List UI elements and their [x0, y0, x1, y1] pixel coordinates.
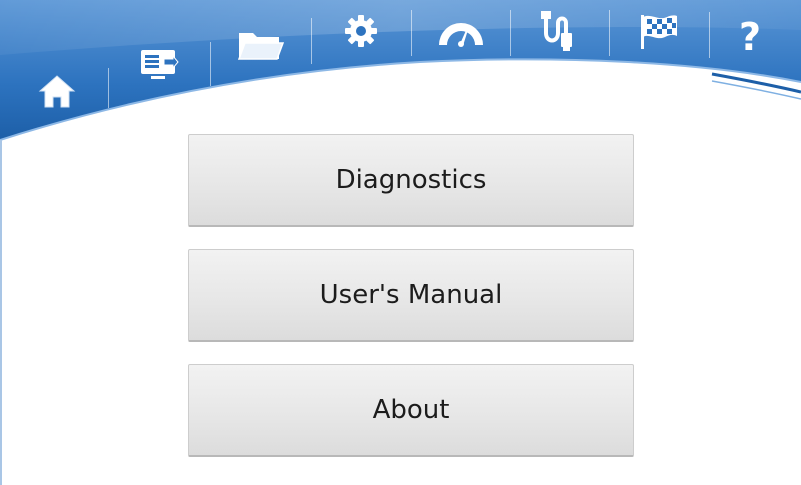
toolbar-divider	[411, 10, 412, 56]
screen-icon	[141, 50, 179, 79]
toolbar-divider	[609, 10, 610, 56]
finish-button[interactable]	[628, 0, 690, 62]
main-screen: ? Diagnostics User's Manual About	[0, 0, 801, 485]
home-icon	[38, 75, 76, 108]
users-manual-button[interactable]: User's Manual	[188, 249, 634, 342]
toolbar-divider	[311, 18, 312, 64]
diagnostics-button[interactable]: Diagnostics	[188, 134, 634, 227]
checkered-flag-icon	[641, 15, 677, 49]
help-icon: ?	[738, 15, 762, 59]
toolbar-divider	[210, 42, 211, 86]
home-button[interactable]	[26, 60, 88, 122]
left-edge-line	[0, 140, 2, 485]
usb-cable-icon	[541, 11, 572, 51]
toolbar-divider	[510, 10, 511, 56]
toolbar-divider	[709, 12, 710, 58]
connection-button[interactable]	[529, 0, 591, 62]
help-button[interactable]: ?	[719, 6, 781, 68]
top-toolbar: ?	[0, 0, 801, 120]
about-button[interactable]: About	[188, 364, 634, 457]
folder-button[interactable]	[229, 14, 291, 76]
toolbar-divider	[108, 68, 109, 108]
gauge-button[interactable]	[430, 0, 492, 62]
folder-icon	[237, 33, 285, 60]
gauge-icon	[439, 23, 483, 47]
display-button[interactable]	[128, 33, 190, 95]
settings-button[interactable]	[330, 0, 392, 62]
gear-icon	[345, 15, 377, 47]
main-menu: Diagnostics User's Manual About	[188, 134, 634, 457]
